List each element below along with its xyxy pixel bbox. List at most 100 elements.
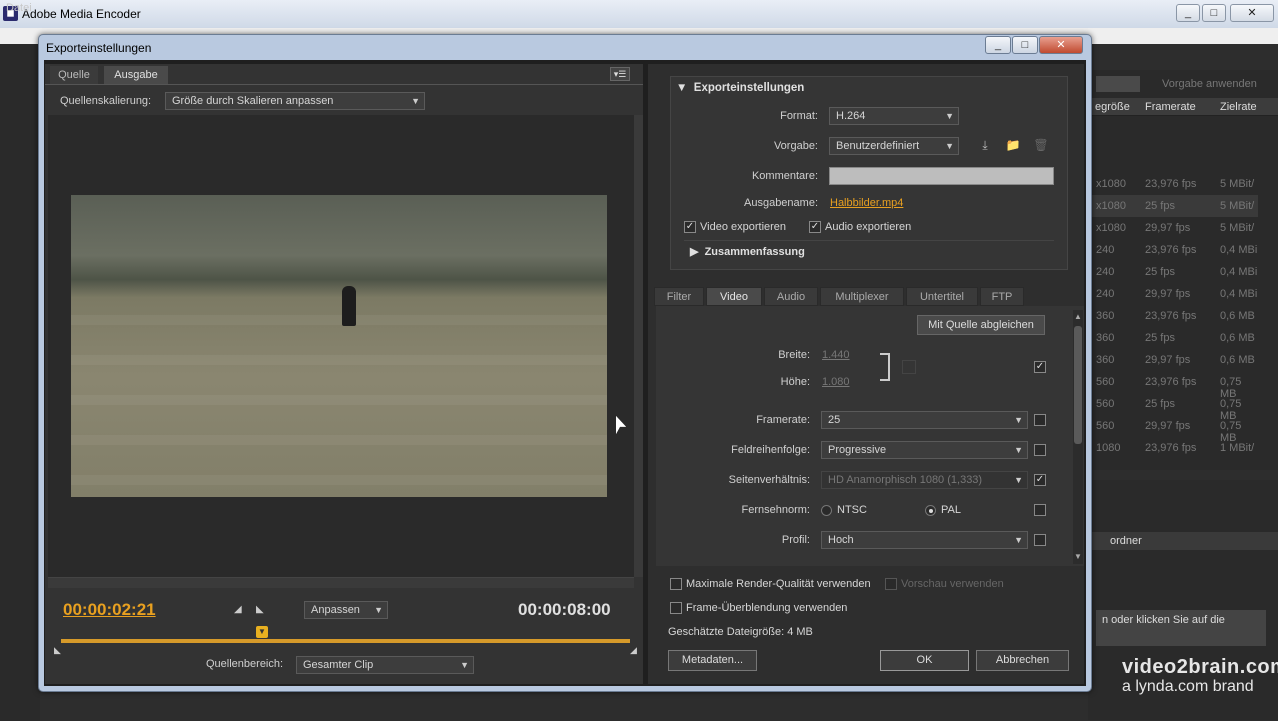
preview-vertical-scrollbar[interactable] <box>634 115 643 577</box>
preview-horizontal-scrollbar[interactable] <box>48 577 634 588</box>
format-label: Format: <box>780 110 818 122</box>
quellenbereich-dropdown[interactable]: Gesamter Clip ▼ <box>296 656 474 674</box>
zoom-fit-dropdown[interactable]: Anpassen ▼ <box>304 601 388 619</box>
dialog-minimize-button[interactable]: _ <box>985 36 1011 54</box>
metadaten-button[interactable]: Metadaten... <box>668 650 757 671</box>
feldreihenfolge-dropdown[interactable]: Progressive ▼ <box>821 441 1028 459</box>
set-out-point-icon[interactable]: ◣ <box>256 604 264 615</box>
playhead-icon[interactable]: ▼ <box>256 626 268 638</box>
seitenverhaeltnis-dropdown[interactable]: HD Anamorphisch 1080 (1,333) ▼ <box>821 471 1028 489</box>
breite-value[interactable]: 1.440 <box>822 349 850 361</box>
out-point-marker-icon[interactable]: ◢ <box>630 645 637 656</box>
zoom-fit-value: Anpassen <box>311 604 360 616</box>
queue-row[interactable]: 1080 23,976 fps 1 MBit/ <box>1088 437 1258 459</box>
fernsehnorm-checkbox[interactable] <box>1034 504 1046 516</box>
kommentare-input[interactable] <box>829 167 1054 185</box>
tab-divider <box>45 84 643 85</box>
chain-link-icon[interactable] <box>902 360 916 374</box>
delete-preset-icon[interactable]: 🗑 <box>1032 138 1050 154</box>
tab-audio[interactable]: Audio <box>764 287 818 306</box>
queue-cell: 360 <box>1096 310 1115 322</box>
ok-button[interactable]: OK <box>880 650 969 671</box>
queue-cell: 5 MBit/ <box>1220 178 1255 190</box>
queue-cell: 240 <box>1096 288 1115 300</box>
dimensions-checkbox[interactable]: ✓ <box>1034 361 1046 373</box>
skier-figure <box>342 286 356 326</box>
format-dropdown[interactable]: H.264 ▼ <box>829 107 959 125</box>
tab-ftp[interactable]: FTP <box>980 287 1024 306</box>
hoehe-label: Höhe: <box>780 376 810 388</box>
ausgabename-link[interactable]: Halbbilder.mp4 <box>830 197 903 209</box>
queue-button[interactable] <box>1096 76 1140 92</box>
timecode-current[interactable]: 00:00:02:21 <box>63 600 156 620</box>
tab-quelle[interactable]: Quelle <box>50 66 98 84</box>
menu-datei[interactable]: Datei <box>6 2 32 14</box>
set-in-point-icon[interactable]: ◢ <box>234 604 242 615</box>
seitenverhaeltnis-checkbox[interactable]: ✓ <box>1034 474 1046 486</box>
timeline-bar[interactable] <box>61 639 630 643</box>
framerate-checkbox[interactable] <box>1034 414 1046 426</box>
mit-quelle-abgleichen-button[interactable]: Mit Quelle abgleichen <box>917 315 1045 335</box>
queue-cell: x1080 <box>1096 200 1126 212</box>
chevron-down-icon: ▼ <box>1014 475 1023 485</box>
col-header-zielrate[interactable]: Zielrate <box>1220 101 1257 113</box>
col-header-framerate[interactable]: Framerate <box>1145 101 1196 113</box>
queue-row[interactable]: 560 29,97 fps 0,75 MB <box>1088 415 1258 444</box>
video-export-checkbox[interactable]: ✓ <box>684 221 696 233</box>
vorgabe-dropdown[interactable]: Benutzerdefiniert ▼ <box>829 137 959 155</box>
chevron-down-icon: ▼ <box>411 96 420 106</box>
feldreihenfolge-checkbox[interactable] <box>1034 444 1046 456</box>
queue-cell: 560 <box>1096 420 1115 432</box>
queue-row[interactable]: x1080 25 fps 5 MBit/ <box>1088 195 1258 217</box>
profil-checkbox[interactable] <box>1034 534 1046 546</box>
in-point-marker-icon[interactable]: ◣ <box>54 645 61 656</box>
scroll-down-icon[interactable]: ▼ <box>1074 552 1082 561</box>
tab-multiplexer[interactable]: Multiplexer <box>820 287 904 306</box>
scrollbar-thumb[interactable] <box>1074 326 1082 444</box>
dialog-maximize-button[interactable]: □ <box>1012 36 1038 54</box>
queue-row[interactable]: 240 23,976 fps 0,4 MBi <box>1088 239 1258 261</box>
framerate-dropdown[interactable]: 25 ▼ <box>821 411 1028 429</box>
vorschau-checkbox[interactable] <box>885 578 897 590</box>
dialog-close-button[interactable]: ✕ <box>1039 36 1083 54</box>
queue-cell: 0,4 MBi <box>1220 288 1258 300</box>
profil-dropdown[interactable]: Hoch ▼ <box>821 531 1028 549</box>
queue-row[interactable]: 360 23,976 fps 0,6 MB <box>1088 305 1258 327</box>
app-close-button[interactable]: ✕ <box>1230 4 1274 22</box>
queue-row[interactable]: 560 23,976 fps 0,75 MB <box>1088 371 1258 400</box>
queue-cell: 0,6 MB <box>1220 332 1255 344</box>
panel-menu-icon[interactable]: ▾☰ <box>610 67 630 81</box>
queue-row[interactable]: 560 25 fps 0,75 MB <box>1088 393 1258 422</box>
queue-row[interactable]: x1080 29,97 fps 5 MBit/ <box>1088 217 1258 239</box>
queue-row[interactable]: 360 25 fps 0,6 MB <box>1088 327 1258 349</box>
quellenskalierung-dropdown[interactable]: Größe durch Skalieren anpassen ▼ <box>165 92 425 110</box>
save-preset-icon[interactable]: ⤓ <box>976 138 994 154</box>
vorgabe-anwenden-button[interactable]: Vorgabe anwenden <box>1162 78 1257 90</box>
pal-radio[interactable] <box>925 505 936 516</box>
frame-blend-checkbox[interactable] <box>670 602 682 614</box>
hoehe-value[interactable]: 1.080 <box>822 376 850 388</box>
app-minimize-button[interactable]: _ <box>1176 4 1200 22</box>
audio-export-checkbox[interactable]: ✓ <box>809 221 821 233</box>
tab-ausgabe[interactable]: Ausgabe <box>104 66 168 84</box>
ntsc-radio[interactable] <box>821 505 832 516</box>
queue-row[interactable]: 360 29,97 fps 0,6 MB <box>1088 349 1258 371</box>
tab-filter[interactable]: Filter <box>654 287 704 306</box>
col-header-size[interactable]: egröße <box>1095 101 1130 113</box>
queue-row[interactable]: x1080 23,976 fps 5 MBit/ <box>1088 173 1258 195</box>
import-preset-icon[interactable]: 📁 <box>1004 138 1022 154</box>
export-settings-header[interactable]: ▼ Exporteinstellungen <box>676 82 804 94</box>
abbrechen-button[interactable]: Abbrechen <box>976 650 1069 671</box>
app-titlebar <box>0 0 1278 28</box>
tab-video[interactable]: Video <box>706 287 762 306</box>
queue-cell: 360 <box>1096 354 1115 366</box>
scroll-up-icon[interactable]: ▲ <box>1074 312 1082 321</box>
queue-row[interactable]: 240 29,97 fps 0,4 MBi <box>1088 283 1258 305</box>
zusammenfassung-toggle[interactable]: ▶ Zusammenfassung <box>690 245 805 258</box>
max-render-checkbox[interactable] <box>670 578 682 590</box>
vorgabe-value: Benutzerdefiniert <box>836 140 920 152</box>
app-maximize-button[interactable]: □ <box>1202 4 1226 22</box>
tab-untertitel[interactable]: Untertitel <box>906 287 978 306</box>
queue-row[interactable]: 240 25 fps 0,4 MBi <box>1088 261 1258 283</box>
audio-export-label: Audio exportieren <box>825 221 912 233</box>
